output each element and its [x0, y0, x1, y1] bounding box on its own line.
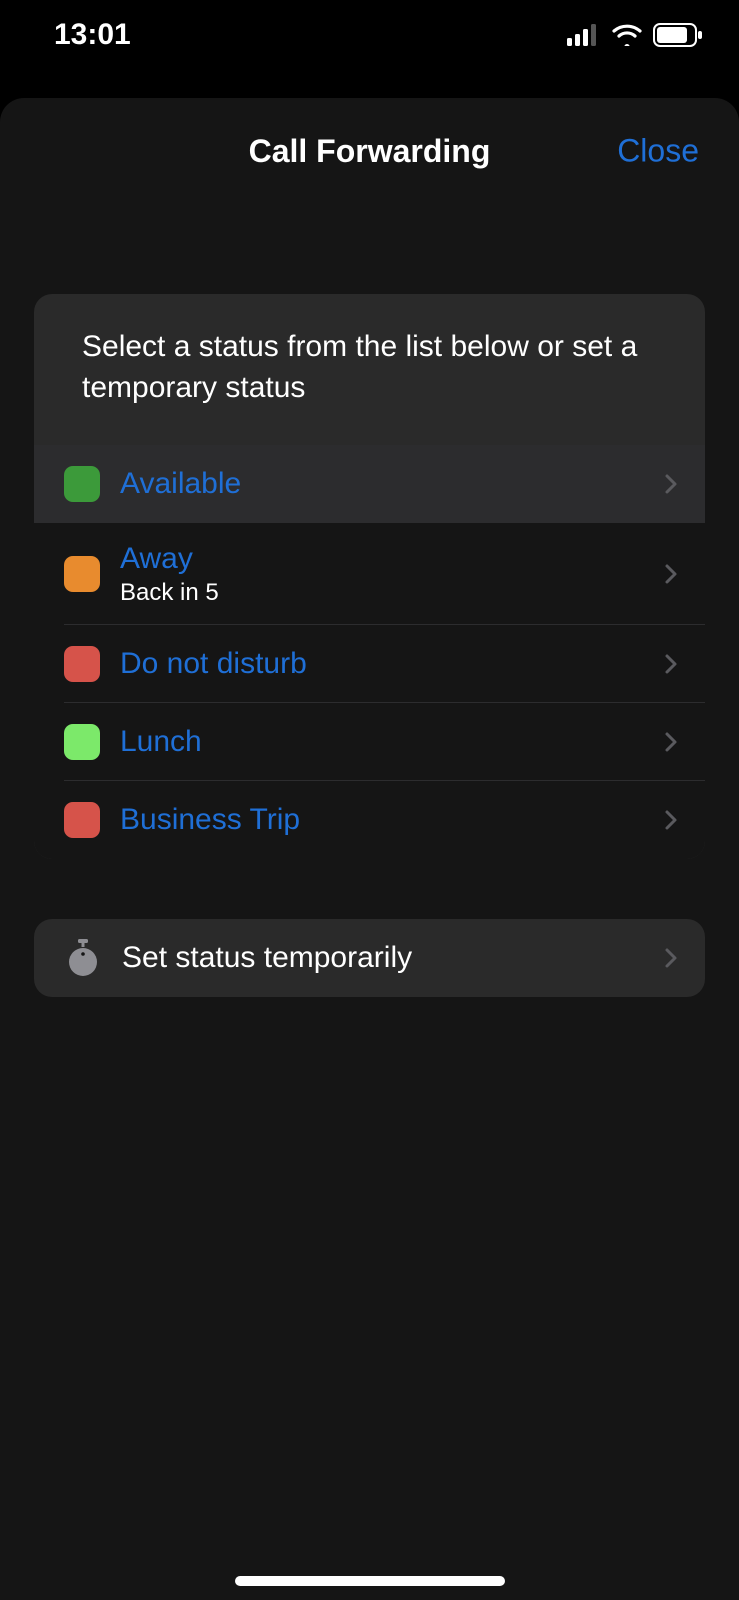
chevron-right-icon — [659, 652, 683, 676]
status-row-text: Available — [120, 466, 651, 502]
stopwatch-icon — [64, 939, 102, 977]
status-label: Lunch — [120, 724, 651, 760]
status-row-text: Lunch — [120, 724, 651, 760]
home-indicator — [235, 1576, 505, 1586]
status-row[interactable]: Available — [34, 445, 705, 523]
status-list: Available AwayBack in 5 Do not disturb Lunc… — [34, 445, 705, 859]
status-color-swatch — [64, 646, 100, 682]
status-label: Business Trip — [120, 802, 651, 838]
status-color-swatch — [64, 556, 100, 592]
status-color-swatch — [64, 466, 100, 502]
close-button[interactable]: Close — [617, 133, 699, 170]
status-row[interactable]: Business Trip — [34, 781, 705, 859]
status-label: Away — [120, 541, 651, 577]
status-row-text: Do not disturb — [120, 646, 651, 682]
status-label: Do not disturb — [120, 646, 651, 682]
status-color-swatch — [64, 802, 100, 838]
chevron-right-icon — [659, 946, 683, 970]
temporary-section: Set status temporarily — [34, 919, 705, 997]
page-title: Call Forwarding — [249, 133, 491, 170]
status-row[interactable]: AwayBack in 5 — [34, 523, 705, 625]
status-row-text: Business Trip — [120, 802, 651, 838]
chevron-right-icon — [659, 730, 683, 754]
temporary-status-label: Set status temporarily — [122, 941, 651, 975]
chevron-right-icon — [659, 562, 683, 586]
sheet-header: Call Forwarding Close — [0, 98, 739, 204]
modal-sheet: Call Forwarding Close Select a status fr… — [0, 98, 739, 1600]
status-icons — [567, 23, 703, 47]
battery-icon — [653, 23, 703, 47]
status-row[interactable]: Lunch — [34, 703, 705, 781]
chevron-right-icon — [659, 472, 683, 496]
status-bar: 13:01 — [0, 0, 739, 70]
status-time: 13:01 — [54, 18, 131, 52]
status-section: Select a status from the list below or s… — [34, 294, 705, 859]
status-row-text: AwayBack in 5 — [120, 541, 651, 607]
chevron-right-icon — [659, 808, 683, 832]
wifi-icon — [611, 24, 643, 46]
set-temporary-status-row[interactable]: Set status temporarily — [34, 919, 705, 997]
status-row[interactable]: Do not disturb — [34, 625, 705, 703]
cellular-icon — [567, 24, 601, 46]
status-sublabel: Back in 5 — [120, 579, 651, 607]
status-label: Available — [120, 466, 651, 502]
section-instructions: Select a status from the list below or s… — [34, 294, 705, 445]
status-color-swatch — [64, 724, 100, 760]
